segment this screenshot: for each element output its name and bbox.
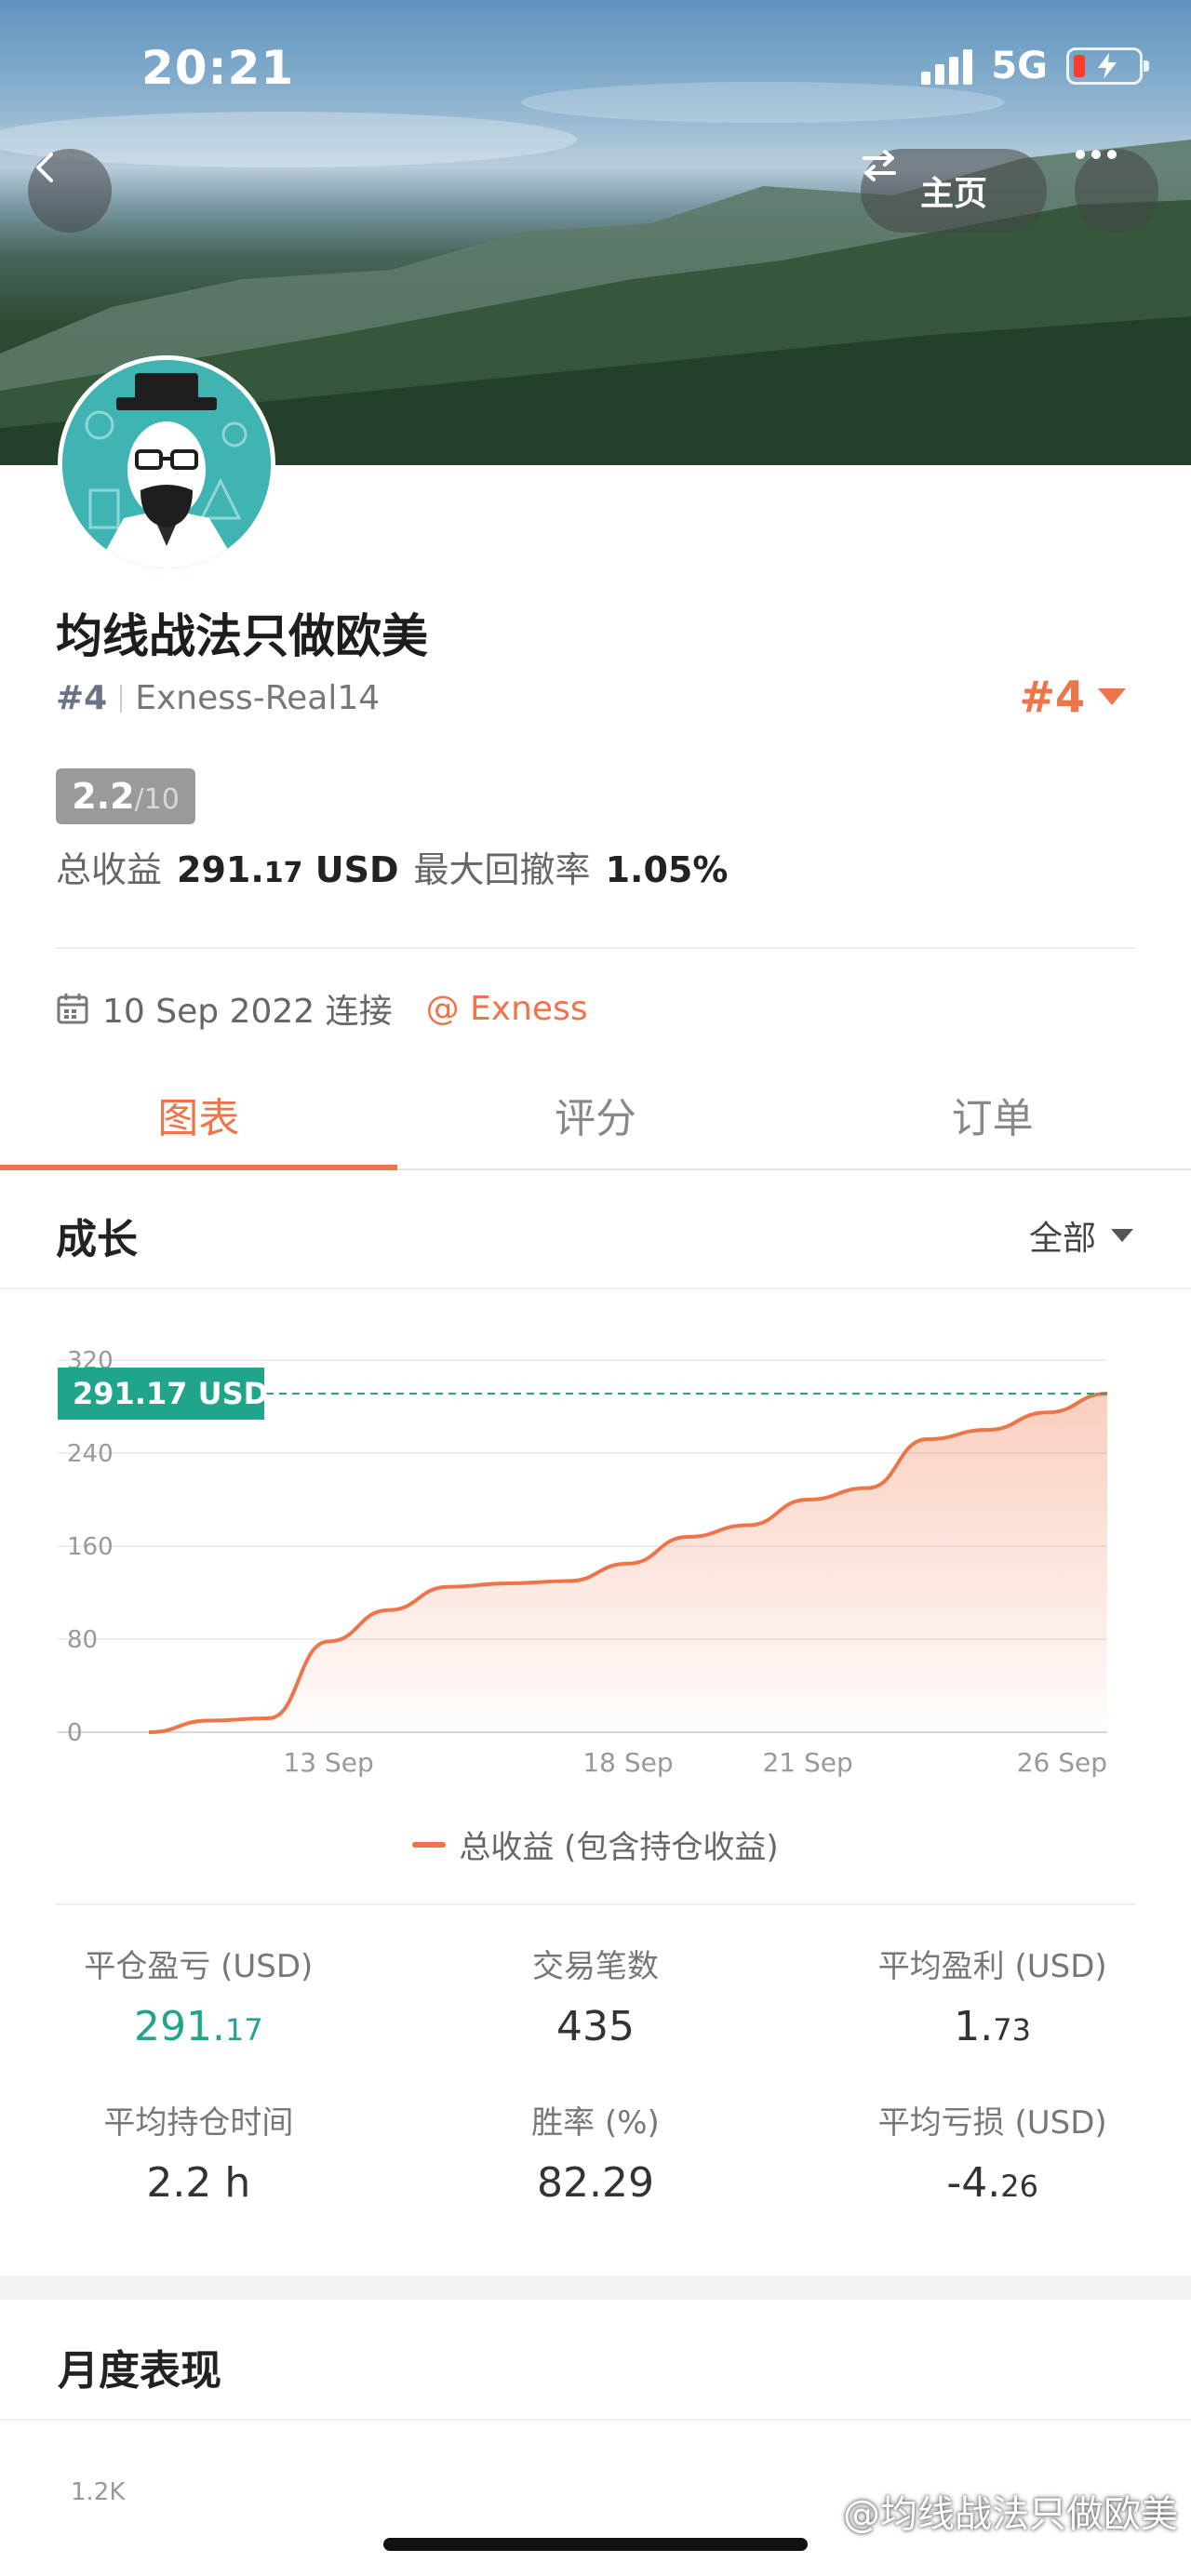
legend-swatch [412, 1841, 447, 1848]
total-profit-value: 291.17 USD [177, 849, 399, 890]
more-button[interactable] [1075, 149, 1158, 233]
network-type: 5G [991, 45, 1048, 87]
divider [56, 947, 1135, 949]
connection-row: 10 Sep 2022 连接 @ Exness [56, 984, 588, 1033]
range-value: 全部 [1028, 1220, 1096, 1258]
connected-date: 10 Sep 2022 连接 [102, 993, 393, 1031]
stat-closed-pnl: 平仓盈亏 (USD) 291.17 [84, 1948, 314, 2050]
rank-tag: #4 [56, 679, 108, 717]
chart-legend: 总收益 (包含持仓收益) [0, 1822, 1191, 1867]
avatar-illustration [62, 360, 271, 568]
triangle-down-icon [1098, 688, 1126, 705]
watermark: @均线战法只做欧美 [843, 2493, 1178, 2536]
stat-value: 82.29 [537, 2159, 654, 2207]
growth-chart-svg: 080160240320 291.17 USD 13 Sep 18 Sep 21 S… [58, 1347, 1108, 1778]
account-row: #4 Exness-Real14 [56, 679, 380, 717]
home-button-label: 主页 [919, 175, 987, 213]
y-tick-label: 80 [67, 1626, 98, 1654]
tab-chart[interactable]: 图表 [0, 1061, 397, 1170]
back-button[interactable] [28, 149, 112, 233]
home-indicator[interactable] [383, 2538, 808, 2551]
broker-link[interactable]: @ Exness [426, 990, 588, 1028]
tab-rating[interactable]: 评分 [397, 1061, 795, 1168]
swap-icon [863, 150, 896, 181]
monthly-title: 月度表现 [58, 2347, 221, 2395]
range-select[interactable]: 全部 [1029, 1211, 1133, 1260]
divider [0, 2419, 1191, 2421]
tab-bar: 图表 评分 订单 [0, 1061, 1191, 1170]
stats-grid: 平仓盈亏 (USD) 291.17 交易笔数 435 平均盈利 (USD) 1.… [0, 1941, 1191, 2207]
triangle-down-icon [1111, 1229, 1133, 1242]
total-profit-label: 总收益 [56, 849, 163, 890]
x-tick-label: 13 Sep [283, 1747, 373, 1778]
status-time: 20:21 [141, 41, 295, 95]
tab-orders[interactable]: 订单 [794, 1061, 1191, 1168]
monthly-y-tick: 1.2K [71, 2478, 126, 2506]
stat-value: 1.73 [954, 2003, 1031, 2050]
chevron-left-icon [36, 153, 53, 182]
more-dots-icon [1076, 150, 1117, 159]
avatar[interactable] [58, 355, 275, 573]
calendar-icon [57, 994, 88, 1024]
growth-title: 成长 [56, 1216, 138, 1263]
score-value: 2.2 [72, 776, 135, 817]
divider [56, 1903, 1135, 1905]
y-tick-label: 0 [67, 1719, 83, 1747]
score-max: /10 [134, 783, 180, 816]
account-name: Exness-Real14 [135, 679, 381, 717]
signal-icon [921, 47, 973, 85]
stat-trade-count: 交易笔数 435 [531, 1948, 659, 2050]
x-tick-label: 21 Sep [762, 1747, 852, 1778]
rank-value: #4 [1019, 672, 1085, 722]
battery-icon [1066, 47, 1149, 85]
profit-summary: 总收益 291.17 USD 最大回撤率 1.05% [56, 841, 743, 892]
separator [120, 684, 123, 713]
home-button[interactable]: 主页 [861, 149, 1047, 233]
x-tick-label: 18 Sep [582, 1747, 673, 1778]
growth-header: 成长 全部 [0, 1172, 1191, 1289]
legend-label: 总收益 (包含持仓收益) [459, 1829, 779, 1866]
max-drawdown-value: 1.05% [605, 849, 729, 890]
stat-value: 291.17 [133, 2003, 263, 2050]
x-tick-label: 26 Sep [1017, 1747, 1107, 1778]
status-indicators: 5G [921, 45, 1149, 87]
max-drawdown-label: 最大回撤率 [413, 849, 591, 890]
current-value-label: 291.17 USD [73, 1376, 268, 1411]
y-tick-label: 240 [67, 1440, 114, 1468]
rank-dropdown[interactable]: #4 [1019, 672, 1126, 722]
section-gap [0, 2276, 1191, 2300]
stat-avg-loss: 平均亏损 (USD) -4.26 [877, 2104, 1107, 2207]
stat-value: -4.26 [946, 2159, 1038, 2207]
y-tick-label: 160 [67, 1533, 114, 1561]
growth-chart: 0 80 160 240 320 291.17 USD 13 Sep 18 Sep 21 S… [0, 1312, 1191, 1795]
stat-win-rate: 胜率 (%) 82.29 [531, 2104, 660, 2207]
stat-value: 2.2 h [146, 2159, 251, 2207]
stat-value: 435 [556, 2003, 635, 2050]
stat-avg-hold-time: 平均持仓时间 2.2 h [103, 2104, 294, 2207]
trader-name: 均线战法只做欧美 [56, 609, 428, 663]
stat-avg-profit: 平均盈利 (USD) 1.73 [877, 1948, 1107, 2050]
score-badge: 2.2 /10 [56, 768, 195, 824]
